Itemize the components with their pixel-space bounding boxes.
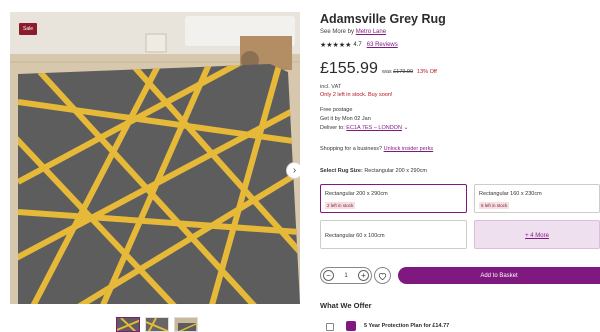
reviews-link[interactable]: 63 Reviews [367, 42, 398, 48]
protection-plan-label: 5 Year Protection Plan for £14.77 [364, 323, 450, 329]
thumbnail-strip [116, 317, 198, 332]
size-option-label: Rectangular 60 x 100cm [325, 233, 385, 239]
increase-quantity-button[interactable]: + [358, 270, 369, 281]
business-prefix: Shopping for a business? [320, 146, 383, 152]
deliver-to-prefix: Deliver to: [320, 125, 345, 131]
price-row: £155.99 was £179.99 13% Off [320, 60, 437, 78]
stock-warning: Only 2 left in stock. Buy soon! [320, 92, 393, 98]
favorite-button[interactable] [374, 267, 391, 284]
see-more-brand: See More by Metro Lane [320, 29, 386, 35]
size-label: Select Rug Size: Rectangular 200 x 290cm [320, 168, 427, 174]
offers-title: What We Offer [320, 301, 372, 310]
was-price: was £179.99 [382, 69, 413, 75]
size-selected: Rectangular 200 x 290cm [364, 168, 428, 174]
more-sizes-link[interactable]: + 4 More [475, 233, 599, 239]
delivery-date: Get it by Mon 02 Jan [320, 116, 371, 122]
next-image-button[interactable]: › [286, 162, 300, 179]
quantity-value[interactable]: 1 [344, 273, 347, 279]
size-option-200x290[interactable]: Rectangular 200 x 290cm 2 left in stock [320, 184, 467, 213]
size-option-label: Rectangular 160 x 230cm [479, 191, 542, 197]
chevron-down-icon: ⌄ [403, 125, 409, 131]
rating: ★★★★★ 4.7 63 Reviews [320, 41, 398, 49]
business-promo: Shopping for a business? Unlock insider … [320, 146, 433, 152]
add-to-basket-button[interactable]: Add to Basket [398, 267, 600, 284]
size-option-60x100[interactable]: Rectangular 60 x 100cm [320, 220, 467, 249]
protection-plan-row[interactable]: 5 Year Protection Plan for £14.77 [320, 318, 600, 332]
stock-tag: 6 left in stock [479, 202, 510, 209]
vat-note: incl. VAT [320, 84, 342, 90]
decrease-quantity-button[interactable]: − [323, 270, 334, 281]
size-label-title: Select Rug Size: [320, 168, 363, 174]
was-amount: £179.99 [393, 69, 414, 75]
thumbnail-1[interactable] [116, 317, 140, 332]
brand-link[interactable]: Metro Lane [356, 29, 386, 35]
thumbnail-2[interactable] [145, 317, 169, 332]
quantity-stepper: − 1 + [320, 267, 372, 284]
heart-icon [378, 272, 387, 280]
rug-photo [10, 12, 300, 304]
product-title: Adamsville Grey Rug [320, 12, 446, 26]
size-option-label: Rectangular 200 x 290cm [325, 191, 388, 197]
thumbnail-3[interactable] [174, 317, 198, 332]
deliver-to[interactable]: Deliver to: EC1A 7ES – LONDON ⌄ [320, 124, 409, 133]
product-image[interactable]: Sale › [10, 12, 300, 304]
current-price: £155.99 [320, 60, 378, 77]
was-prefix: was [381, 69, 392, 75]
business-link[interactable]: Unlock insider perks [384, 146, 434, 152]
size-option-more[interactable]: + 4 More [474, 220, 600, 249]
size-option-160x230[interactable]: Rectangular 160 x 230cm 6 left in stock [474, 184, 600, 213]
postage-text: Free postage [320, 107, 353, 113]
deliver-to-location[interactable]: EC1A 7ES – LONDON [346, 125, 402, 131]
sale-badge: Sale [19, 23, 38, 35]
star-rating-icon: ★★★★★ [320, 42, 352, 49]
discount-badge: 13% Off [417, 69, 437, 75]
rating-value: 4.7 [353, 42, 362, 48]
delivery-info: Free postage Get it by Mon 02 Jan Delive… [320, 106, 409, 133]
see-more-prefix: See More by [320, 29, 355, 35]
stock-tag: 2 left in stock [325, 202, 356, 209]
protection-plan-checkbox[interactable] [326, 323, 334, 331]
shield-icon [346, 321, 356, 331]
